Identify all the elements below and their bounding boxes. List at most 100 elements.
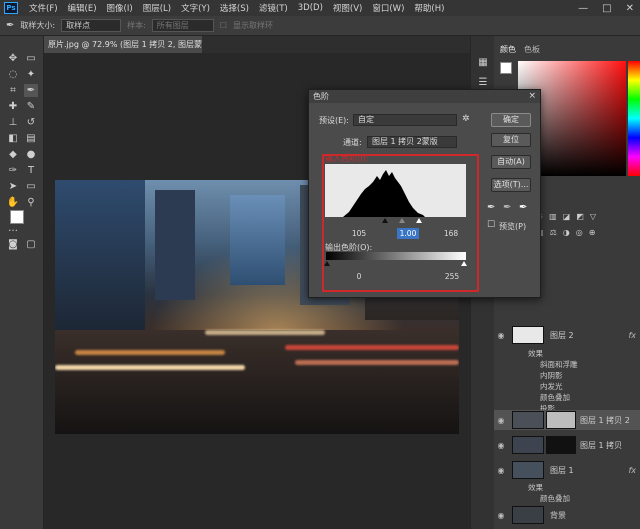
close-window-button[interactable]: ✕ bbox=[626, 3, 634, 14]
layer-name: 图层 1 拷贝 2 bbox=[580, 415, 630, 425]
sample-size-select[interactable]: 取样点 bbox=[61, 19, 122, 32]
hand-tool-icon[interactable]: ✋ bbox=[6, 196, 20, 209]
photo-filter-icon[interactable]: ◎ bbox=[576, 228, 583, 237]
history-brush-tool-icon[interactable]: ↺ bbox=[24, 116, 38, 129]
layer-thumbnail bbox=[512, 436, 544, 454]
layer-row-5[interactable]: ◉ 背景 bbox=[494, 505, 640, 525]
menu-window[interactable]: 窗口(W) bbox=[367, 2, 409, 14]
lasso-tool-icon[interactable]: ◌ bbox=[6, 68, 20, 81]
bw-icon[interactable]: ◑ bbox=[563, 228, 570, 237]
vibrance-icon[interactable]: ▽ bbox=[590, 212, 596, 221]
layer-name: 背景 bbox=[550, 510, 566, 520]
preset-options-gear-icon[interactable]: ✲ bbox=[462, 114, 470, 124]
crop-tool-icon[interactable]: ⌗ bbox=[6, 84, 20, 97]
hue-slider[interactable] bbox=[628, 61, 640, 176]
levels-icon[interactable]: ▥ bbox=[549, 212, 557, 221]
menu-image[interactable]: 图像(I) bbox=[102, 2, 138, 14]
exposure-icon[interactable]: ◩ bbox=[576, 212, 584, 221]
tools-panel: ✥ ▭ ◌ ✦ ⌗ ✒ ✚ ✎ ⊥ ↺ ◧ ▤ ◆ ● ✑ T ➤ ▭ ✋ ⚲ … bbox=[0, 36, 44, 529]
curves-icon[interactable]: ◪ bbox=[563, 212, 571, 221]
light-streak-1 bbox=[55, 365, 245, 370]
layer-name: 图层 1 拷贝 bbox=[580, 440, 623, 450]
pen-tool-icon[interactable]: ✑ bbox=[6, 164, 20, 177]
building-left bbox=[55, 180, 145, 330]
color-balance-icon[interactable]: ⚖ bbox=[550, 228, 557, 237]
layer-fx-badge: fx bbox=[628, 465, 636, 475]
brush-tool-icon[interactable]: ✎ bbox=[24, 100, 38, 113]
channel-label: 通道: bbox=[343, 138, 362, 147]
gray-eyedropper-icon[interactable]: ✒ bbox=[503, 202, 511, 213]
type-tool-icon[interactable]: T bbox=[24, 164, 38, 177]
clone-stamp-tool-icon[interactable]: ⊥ bbox=[6, 116, 20, 129]
preset-value: 自定 bbox=[358, 115, 374, 124]
effect-row: 颜色叠加 bbox=[540, 494, 570, 503]
ok-button[interactable]: 确定 bbox=[491, 113, 531, 127]
dialog-close-button[interactable]: × bbox=[528, 90, 536, 103]
eyedropper-tool-icon[interactable]: ✒ bbox=[6, 20, 14, 31]
visibility-eye-icon[interactable]: ◉ bbox=[494, 416, 508, 425]
menu-3d[interactable]: 3D(D) bbox=[293, 3, 328, 13]
light-streak-4 bbox=[295, 360, 459, 365]
white-eyedropper-icon[interactable]: ✒ bbox=[519, 202, 527, 213]
menu-bar: Ps 文件(F) 编辑(E) 图像(I) 图层(L) 文字(Y) 选择(S) 滤… bbox=[0, 0, 640, 16]
layer-thumbnail bbox=[512, 326, 544, 344]
history-panel-icon[interactable]: ▦ bbox=[476, 56, 490, 69]
visibility-eye-icon[interactable]: ◉ bbox=[494, 511, 508, 520]
preview-checkbox[interactable]: ☐ bbox=[487, 220, 495, 230]
screen-mode-icon[interactable]: ▢ bbox=[24, 238, 38, 251]
reset-button[interactable]: 复位 bbox=[491, 133, 531, 147]
gradient-tool-icon[interactable]: ▤ bbox=[24, 132, 38, 145]
show-ring-checkbox[interactable]: ☐ bbox=[220, 21, 227, 30]
visibility-eye-icon[interactable]: ◉ bbox=[494, 466, 508, 475]
layer-row-2[interactable]: ◉ 图层 1 拷贝 2 bbox=[494, 410, 640, 430]
quick-mask-icon[interactable]: ◙ bbox=[6, 238, 20, 251]
show-ring-label: 显示取样环 bbox=[232, 21, 273, 30]
menu-select[interactable]: 选择(S) bbox=[215, 2, 254, 14]
tab-color[interactable]: 颜色 bbox=[500, 44, 516, 58]
healing-brush-tool-icon[interactable]: ✚ bbox=[6, 100, 20, 113]
minimize-button[interactable]: — bbox=[578, 3, 588, 14]
menu-view[interactable]: 视图(V) bbox=[328, 2, 367, 14]
levels-dialog-titlebar: 色阶 bbox=[309, 90, 540, 103]
menu-help[interactable]: 帮助(H) bbox=[409, 2, 449, 14]
magic-wand-tool-icon[interactable]: ✦ bbox=[24, 68, 38, 81]
menu-filter[interactable]: 滤镜(T) bbox=[254, 2, 293, 14]
channel-select[interactable]: 图层 1 拷贝 2蒙版 bbox=[367, 136, 457, 148]
layer-thumbnail bbox=[512, 411, 544, 429]
visibility-eye-icon[interactable]: ◉ bbox=[494, 441, 508, 450]
layer-row-4[interactable]: ◉ 图层 1 fx bbox=[494, 460, 640, 480]
layer-row-3[interactable]: ◉ 图层 1 拷贝 bbox=[494, 435, 640, 455]
move-tool-icon[interactable]: ✥ bbox=[6, 52, 20, 65]
maximize-button[interactable]: □ bbox=[602, 3, 611, 14]
foreground-color-swatch[interactable] bbox=[10, 210, 24, 224]
menu-file[interactable]: 文件(F) bbox=[24, 2, 63, 14]
path-selection-tool-icon[interactable]: ➤ bbox=[6, 180, 20, 193]
eyedropper-tool-icon-active[interactable]: ✒ bbox=[24, 84, 38, 97]
zoom-tool-icon[interactable]: ⚲ bbox=[24, 196, 38, 209]
blur-tool-icon[interactable]: ◆ bbox=[6, 148, 20, 161]
channel-mixer-icon[interactable]: ⊕ bbox=[589, 228, 596, 237]
document-tab[interactable]: 原片.jpg @ 72.9% (图层 1 拷贝 2, 图层蒙版/8) * bbox=[44, 36, 202, 53]
auto-button[interactable]: 自动(A) bbox=[491, 155, 531, 169]
dodge-tool-icon[interactable]: ● bbox=[24, 148, 38, 161]
tab-swatches[interactable]: 色板 bbox=[524, 44, 540, 58]
rectangle-tool-icon[interactable]: ▭ bbox=[24, 180, 38, 193]
layer-mask-thumbnail[interactable] bbox=[546, 436, 576, 454]
color-panel-tabs: 颜色 色板 bbox=[494, 44, 640, 58]
layer-row-1[interactable]: ◉ 图层 2 fx bbox=[494, 325, 640, 345]
eraser-tool-icon[interactable]: ◧ bbox=[6, 132, 20, 145]
properties-panel-icon[interactable]: ☰ bbox=[476, 76, 490, 89]
sample-select[interactable]: 所有图层 bbox=[151, 19, 214, 32]
black-eyedropper-icon[interactable]: ✒ bbox=[487, 202, 495, 213]
preset-select[interactable]: 自定 bbox=[353, 114, 457, 126]
layer-mask-thumbnail[interactable] bbox=[546, 411, 576, 429]
menu-edit[interactable]: 编辑(E) bbox=[63, 2, 102, 14]
color-panel-foreground-swatch[interactable] bbox=[500, 62, 512, 74]
menu-layer[interactable]: 图层(L) bbox=[138, 2, 176, 14]
effect-row: 内阴影 bbox=[540, 371, 563, 380]
layer-thumbnail bbox=[512, 506, 544, 524]
options-button[interactable]: 选项(T)... bbox=[491, 178, 531, 192]
menu-type[interactable]: 文字(Y) bbox=[176, 2, 215, 14]
visibility-eye-icon[interactable]: ◉ bbox=[494, 331, 508, 340]
artboard-tool-icon[interactable]: ▭ bbox=[24, 52, 38, 65]
